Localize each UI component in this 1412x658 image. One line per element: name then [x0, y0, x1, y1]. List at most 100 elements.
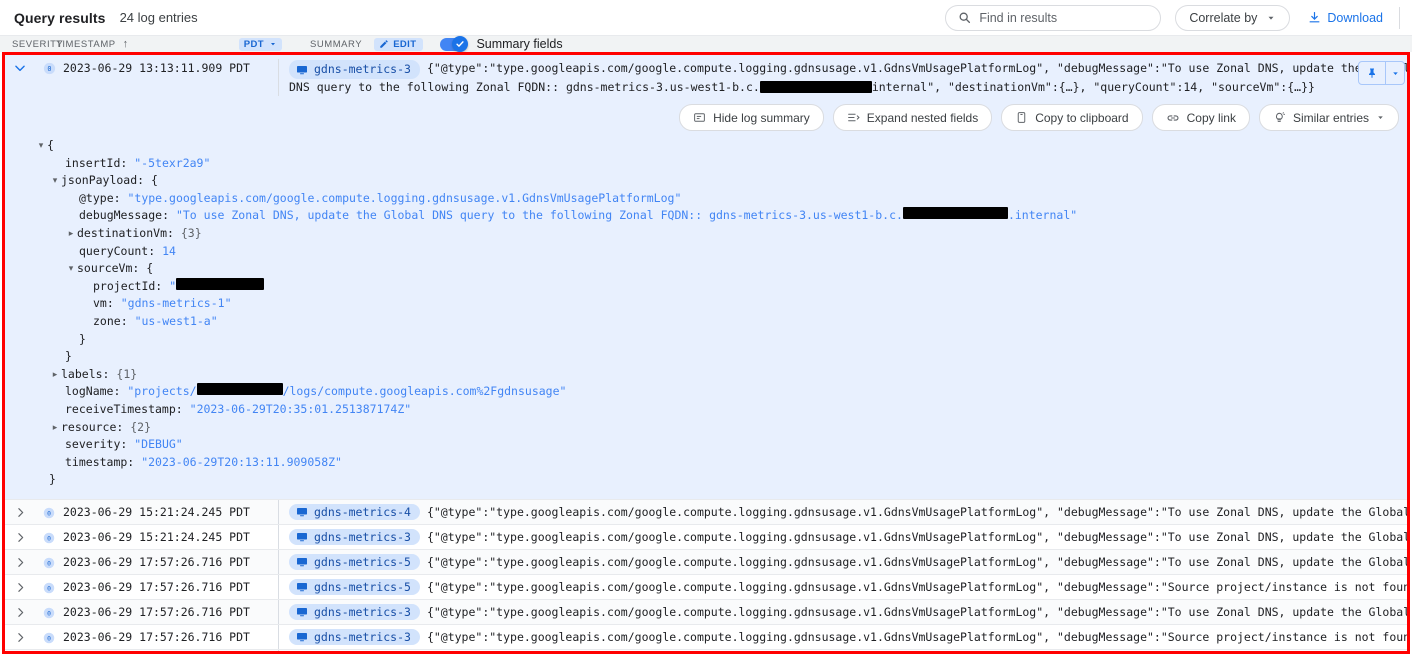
destinationvm-key: destinationVm:: [77, 225, 174, 243]
json-root-close-brace: }: [49, 471, 56, 489]
vm-instance-icon: [296, 581, 308, 593]
table-row[interactable]: 0 2023-06-29 17:57:26.716 PDT gdns-metri…: [5, 549, 1407, 574]
severity-debug-icon[interactable]: 0: [35, 529, 63, 545]
log-entry-header[interactable]: 0 2023-06-29 13:13:11.909 PDT gdns-metri…: [5, 55, 1407, 100]
pin-menu-chevron-down-icon[interactable]: [1386, 62, 1404, 84]
copy-link-button[interactable]: Copy link: [1152, 104, 1250, 131]
edit-summary-fields-button[interactable]: EDIT: [374, 38, 423, 51]
copy-to-clipboard-label: Copy to clipboard: [1035, 111, 1128, 125]
column-header-summary[interactable]: SUMMARY: [310, 39, 362, 50]
expand-caret-icon[interactable]: [5, 529, 35, 544]
resource-chip[interactable]: gdns-metrics-3: [289, 60, 420, 79]
search-icon: [958, 11, 971, 24]
column-header-severity[interactable]: SEVERITY: [0, 39, 56, 50]
jsonpayload-key: jsonPayload:: [61, 172, 144, 190]
querycount-value: 14: [162, 243, 176, 261]
vm-instance-icon: [296, 506, 308, 518]
row-timestamp: 2023-06-29 17:57:26.716 PDT: [63, 580, 278, 594]
collapse-arrow-icon[interactable]: ▾: [49, 172, 61, 190]
expand-caret-icon[interactable]: [5, 554, 35, 569]
results-toolbar: Query results 24 log entries Find in res…: [0, 0, 1412, 35]
redaction-block: [197, 383, 283, 395]
hide-log-summary-button[interactable]: Hide log summary: [679, 104, 824, 131]
copy-to-clipboard-button[interactable]: Copy to clipboard: [1001, 104, 1142, 131]
row-summary: gdns-metrics-3 {"@type":"type.googleapis…: [279, 604, 1407, 620]
table-row[interactable]: 0 2023-06-29 15:21:24.245 PDT gdns-metri…: [5, 524, 1407, 549]
severity-debug-icon[interactable]: 0: [35, 604, 63, 620]
expand-caret-icon[interactable]: [5, 579, 35, 594]
redaction-block: [760, 81, 872, 93]
row-summary: gdns-metrics-5 {"@type":"type.googleapis…: [279, 579, 1407, 595]
summary-fields-toggle[interactable]: Summary fields: [440, 37, 562, 51]
vm-instance-icon: [296, 556, 308, 568]
close-sourcevm-brace: }: [79, 331, 86, 349]
collapse-caret-icon[interactable]: [5, 59, 35, 75]
severity-debug-icon[interactable]: 0: [35, 504, 63, 520]
resource-chip[interactable]: gdns-metrics-5: [289, 579, 420, 595]
log-entry-actions: Hide log summary Expand nested fields Co…: [5, 100, 1407, 137]
table-row[interactable]: 0 2023-06-29 17:57:26.716 PDT gdns-metri…: [5, 574, 1407, 599]
expand-arrow-icon[interactable]: ▸: [49, 419, 61, 437]
expand-caret-icon[interactable]: [5, 629, 35, 644]
similar-entries-button[interactable]: Similar entries: [1259, 104, 1399, 131]
resource-chip[interactable]: gdns-metrics-5: [289, 554, 420, 570]
expand-arrow-icon[interactable]: ▸: [65, 225, 77, 243]
table-row[interactable]: 0 2023-06-29 15:21:24.245 PDT gdns-metri…: [5, 499, 1407, 524]
expand-arrow-icon[interactable]: ▸: [49, 366, 61, 384]
row-timestamp: 2023-06-29 15:21:24.245 PDT: [63, 530, 278, 544]
correlate-by-dropdown[interactable]: Correlate by: [1175, 5, 1290, 31]
timezone-selector[interactable]: PDT: [239, 38, 282, 51]
expand-arrow-icon[interactable]: ▾: [35, 137, 47, 155]
resource-chip-label: gdns-metrics-3: [314, 630, 411, 644]
log-entries-list[interactable]: 0 2023-06-29 13:13:11.909 PDT gdns-metri…: [5, 55, 1407, 651]
toolbar-divider: [1399, 7, 1400, 29]
collapse-arrow-icon[interactable]: ▾: [65, 260, 77, 278]
svg-text:0: 0: [47, 509, 51, 517]
column-header-timestamp[interactable]: TIMESTAMP ↑: [56, 38, 129, 50]
table-row[interactable]: 0 2023-06-29 17:57:26.716 PDT gdns-metri…: [5, 649, 1407, 651]
row-summary: gdns-metrics-3 {"@type":"type.googleapis…: [279, 529, 1407, 545]
pin-entry-group[interactable]: [1358, 61, 1405, 85]
resource-value: {2}: [130, 419, 151, 437]
querycount-key: queryCount:: [79, 243, 155, 261]
pencil-icon: [379, 39, 389, 49]
svg-text:0: 0: [47, 534, 51, 542]
projectid-key: projectId:: [93, 278, 162, 296]
find-in-results-input[interactable]: Find in results: [945, 5, 1161, 31]
expand-nested-fields-label: Expand nested fields: [867, 111, 978, 125]
logname-value-a: "projects/: [127, 383, 196, 401]
download-button[interactable]: Download: [1308, 11, 1383, 25]
row-summary: gdns-metrics-5 {"@type":"type.googleapis…: [279, 554, 1407, 570]
table-column-header: SEVERITY TIMESTAMP ↑ PDT SUMMARY EDIT Su…: [0, 35, 1412, 52]
severity-debug-icon[interactable]: 0: [35, 554, 63, 570]
json-field-labels: ▸ labels: {1}: [5, 366, 1407, 384]
toggle-switch[interactable]: [440, 38, 467, 51]
json-field-receivetimestamp: receiveTimestamp: "2023-06-29T20:35:01.2…: [5, 401, 1407, 419]
table-row[interactable]: 0 2023-06-29 17:57:26.716 PDT gdns-metri…: [5, 599, 1407, 624]
expand-caret-icon[interactable]: [5, 604, 35, 619]
json-field-resource: ▸ resource: {2}: [5, 419, 1407, 437]
debugmessage-key: debugMessage:: [79, 207, 169, 225]
row-timestamp: 2023-06-29 17:57:26.716 PDT: [63, 555, 278, 569]
severity-debug-icon[interactable]: 0: [35, 579, 63, 595]
severity-debug-icon[interactable]: 0: [35, 629, 63, 645]
table-row[interactable]: 0 2023-06-29 17:57:26.716 PDT gdns-metri…: [5, 624, 1407, 649]
resource-chip[interactable]: gdns-metrics-3: [289, 529, 420, 545]
resource-chip-label: gdns-metrics-5: [314, 555, 411, 569]
expand-nested-fields-button[interactable]: Expand nested fields: [833, 104, 992, 131]
resource-chip[interactable]: gdns-metrics-3: [289, 629, 420, 645]
severity-debug-icon[interactable]: 0: [35, 59, 63, 76]
copy-link-label: Copy link: [1187, 111, 1236, 125]
clipboard-icon: [1015, 111, 1028, 124]
svg-text:0: 0: [47, 559, 51, 567]
resource-chip[interactable]: gdns-metrics-3: [289, 604, 420, 620]
pin-icon[interactable]: [1359, 62, 1385, 84]
expand-caret-icon[interactable]: [5, 504, 35, 519]
sort-ascending-icon: ↑: [123, 38, 129, 50]
row-summary: gdns-metrics-3 {"@type":"type.googleapis…: [279, 629, 1407, 645]
resource-chip[interactable]: gdns-metrics-4: [289, 504, 420, 520]
row-summary-text: {"@type":"type.googleapis.com/google.com…: [427, 505, 1407, 519]
json-field-timestamp: timestamp: "2023-06-29T20:13:11.909058Z": [5, 454, 1407, 472]
row-timestamp: 2023-06-29 15:21:24.245 PDT: [63, 505, 278, 519]
svg-text:0: 0: [47, 634, 51, 642]
